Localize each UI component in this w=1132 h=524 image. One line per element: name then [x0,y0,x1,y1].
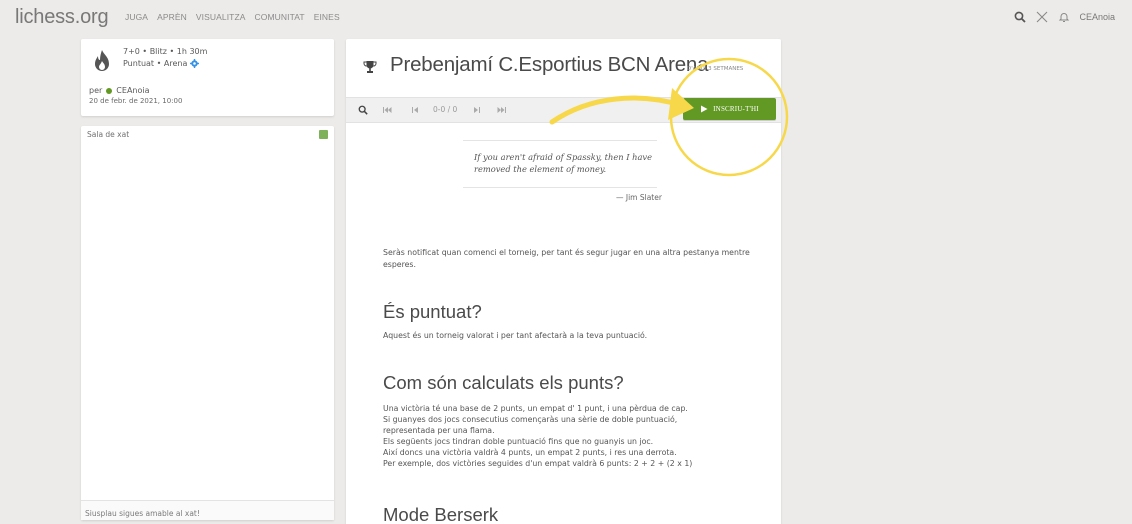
points-line: Si guanyes dos jocs consecutius començar… [383,415,678,424]
game-settings: 7+0 • Blitz • 1h 30m [123,47,208,56]
nav-community[interactable]: COMUNITAT [255,12,305,22]
chat-toggle-checkbox[interactable] [319,130,328,139]
search-icon[interactable] [1009,6,1031,28]
quote-divider-bottom [463,187,657,188]
search-icon[interactable] [355,98,371,122]
notification-text: Seràs notificat quan comenci el torneig,… [383,248,750,269]
starts-in-label: D'AQUÍ 3 SETMANES [687,66,744,72]
points-line: Una victòria té una base de 2 punts, un … [383,404,688,413]
online-status-dot [106,87,113,94]
user-menu[interactable]: CEAnoia [1079,12,1115,22]
points-line: representada per una flama. [383,426,495,435]
by-label: per [89,86,103,95]
chat-room: Sala de xat [81,126,334,523]
tournament-type: Puntuat • Arena [123,59,200,68]
tournament-title: Prebenjamí C.Esportius BCN Arena [390,53,709,76]
top-right-tools: CEAnoia [1009,0,1132,34]
nav-play[interactable]: JUGA [125,12,148,22]
main-nav: JUGA APRÈN VISUALITZA COMUNITAT EINES [125,12,340,22]
swords-icon[interactable] [1031,6,1053,28]
points-heading: Com són calculats els punts? [383,372,624,393]
nav-learn[interactable]: APRÈN [157,12,187,22]
rated-heading: És puntuat? [383,301,482,322]
play-icon [701,105,708,113]
tournament-type-label: Puntuat • Arena [123,59,188,68]
nav-tools[interactable]: EINES [314,12,340,22]
chat-input[interactable] [81,504,334,523]
top-bar: lichess.org JUGA APRÈN VISUALITZA COMUNI… [0,0,1132,34]
points-line: Els següents jocs tindran doble puntuaci… [383,437,654,446]
join-label: INSCRIU-T'HI [713,105,759,113]
next-move-icon[interactable] [470,98,484,122]
tournament-main-panel: Prebenjamí C.Esportius BCN Arena D'AQUÍ … [346,39,781,524]
creator-link[interactable]: CEAnoia [116,86,149,95]
quote-author: — Jim Slater [616,193,662,202]
first-move-icon[interactable] [380,98,394,122]
chat-input-wrapper [81,500,334,523]
move-counter: 0-0 / 0 [433,105,458,114]
flame-icon [95,50,109,71]
points-line: Per exemple, dos victòries seguides d'un… [383,459,693,468]
bell-icon[interactable] [1053,6,1075,28]
creator-line: per CEAnoia [89,86,150,95]
start-date: 20 de febr. de 2021, 10:00 [89,97,183,105]
site-logo[interactable]: lichess.org [15,6,109,29]
quote-divider-top [463,140,657,141]
nav-watch[interactable]: VISUALITZA [196,12,246,22]
join-tournament-button[interactable]: INSCRIU-T'HI [683,98,776,120]
points-description: Una victòria té una base de 2 punts, un … [383,403,753,469]
prev-move-icon[interactable] [408,98,422,122]
trophy-icon [363,61,377,73]
points-line: Així doncs una victòria valdrà 4 punts, … [383,448,677,457]
last-move-icon[interactable] [495,98,509,122]
tournament-info-panel: 7+0 • Blitz • 1h 30m Puntuat • Arena per… [81,39,334,116]
gear-icon[interactable] [190,59,200,68]
rated-text: Aquest és un torneig valorat i per tant … [383,331,648,340]
berserk-heading: Mode Berserk [383,504,499,524]
chat-title: Sala de xat [87,130,130,139]
quote-text: If you aren't afraid of Spassky, then I … [474,152,653,174]
